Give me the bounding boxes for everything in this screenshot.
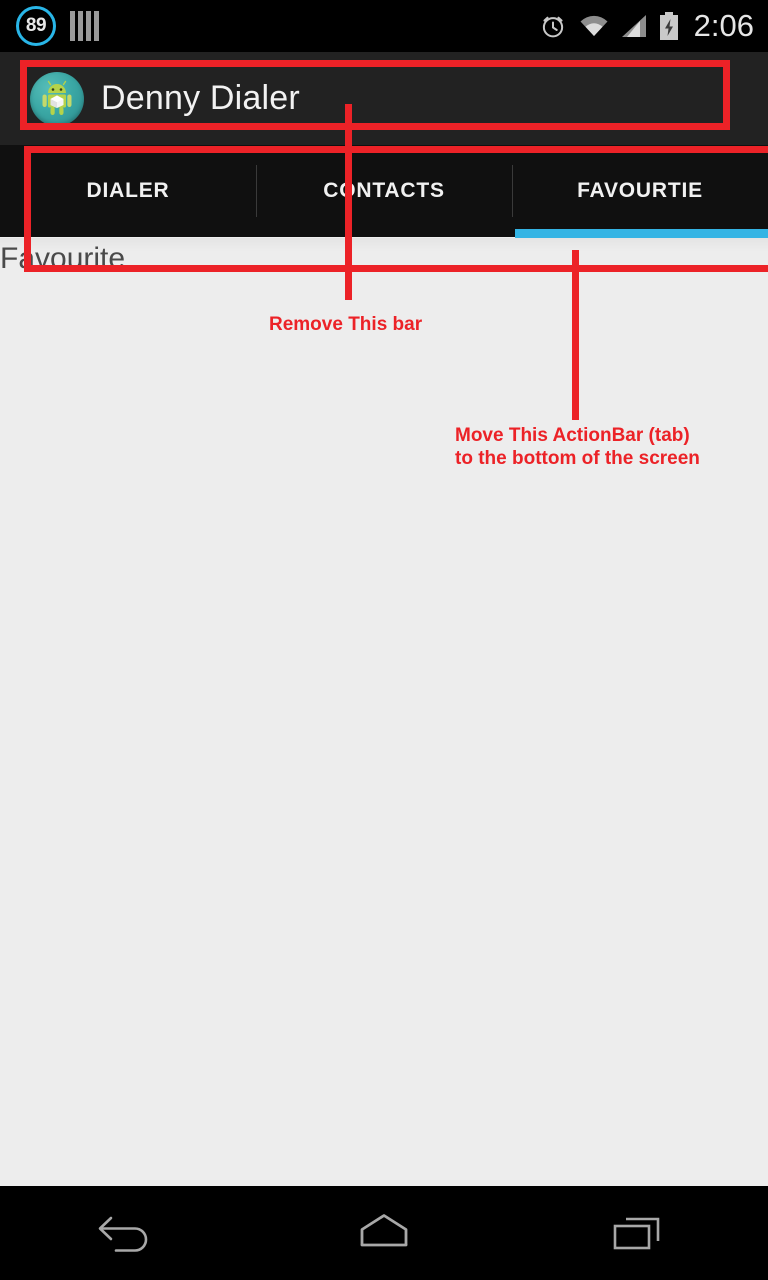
- tab-favourite[interactable]: FAVOURTIE: [512, 145, 768, 237]
- annotation-note-move-actionbar: Move This ActionBar (tab) to the bottom …: [455, 425, 700, 469]
- status-bar-clock: 2:06: [693, 8, 754, 43]
- wifi-icon: [580, 15, 608, 36]
- nav-home-button[interactable]: [256, 1186, 512, 1280]
- home-icon: [360, 1214, 408, 1247]
- tab-dialer[interactable]: DIALER: [0, 145, 256, 237]
- page-title: Denny Dialer: [101, 79, 300, 117]
- nav-back-button[interactable]: [0, 1186, 256, 1280]
- android-app-icon: [30, 71, 84, 126]
- signal-bars-icon: [70, 11, 99, 41]
- status-bar-left: 89: [0, 6, 99, 46]
- favourite-heading: Favourite: [0, 242, 126, 275]
- alarm-clock-icon: [542, 16, 563, 38]
- back-icon: [98, 1216, 148, 1252]
- annotation-leader-line-1: [345, 104, 352, 300]
- cell-signal-icon: [621, 15, 646, 37]
- nav-recents-button[interactable]: [512, 1186, 768, 1280]
- tab-dialer-label: DIALER: [86, 179, 170, 202]
- action-bar: Denny Dialer: [0, 52, 768, 145]
- tab-favourite-label: FAVOURTIE: [577, 179, 703, 202]
- recents-icon: [613, 1217, 660, 1250]
- notification-count-badge: 89: [16, 6, 56, 46]
- status-bar-right: 2:06: [538, 0, 754, 52]
- annotation-note-remove-bar: Remove This bar: [269, 314, 423, 335]
- battery-charging-icon: [659, 12, 678, 40]
- status-bar: 89 2:06: [0, 0, 768, 52]
- tab-selected-indicator: [515, 229, 768, 238]
- system-navigation-bar[interactable]: [0, 1186, 768, 1280]
- tab-bar[interactable]: DIALER CONTACTS FAVOURTIE: [0, 145, 768, 237]
- tab-contacts[interactable]: CONTACTS: [256, 145, 512, 237]
- annotation-leader-line-2: [572, 250, 579, 420]
- tab-contacts-label: CONTACTS: [323, 179, 445, 202]
- android-screen: 89 2:06 Denny Dialer DIALER CONTACTS FAV…: [0, 0, 768, 1280]
- content-area: Favourite: [0, 238, 768, 1186]
